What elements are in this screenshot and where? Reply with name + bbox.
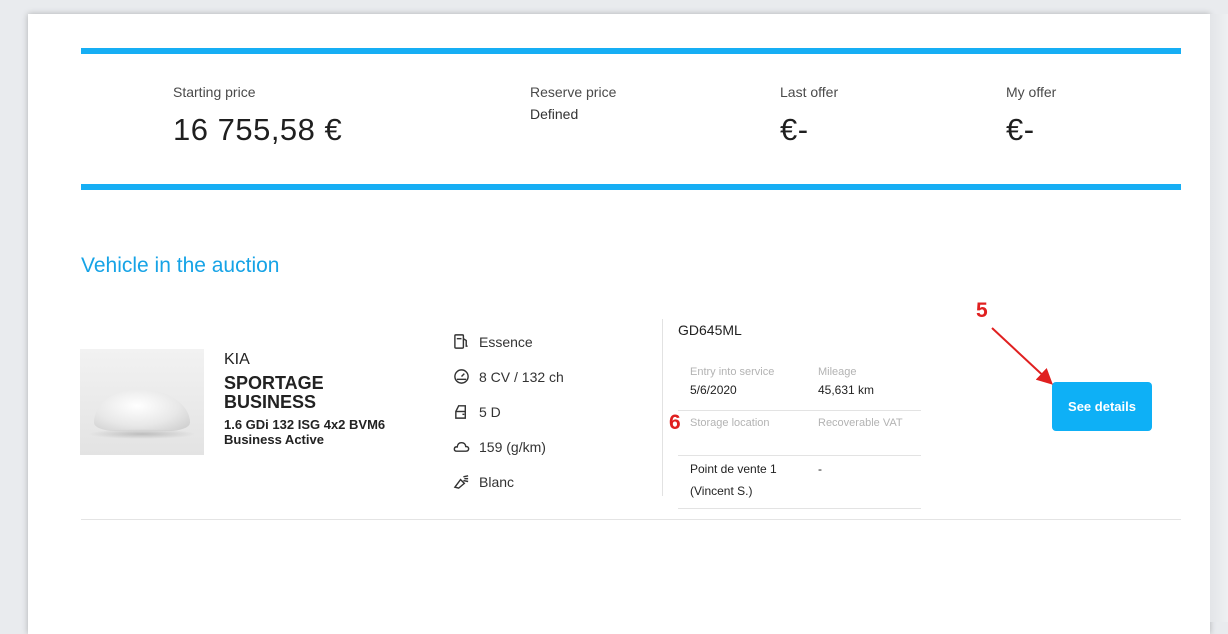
storage-location: Storage location [678,411,810,455]
mileage-label: Mileage [818,366,857,378]
auction-panel: Starting price 16 755,58 € Reserve price… [28,14,1210,634]
spec-co2-value: 159 (g/km) [479,438,546,455]
storage-location-label: Storage location [690,417,770,429]
recoverable-vat-label: Recoverable VAT [818,417,903,429]
info-row: Entry into service 5/6/2020 Mileage 45,6… [678,360,921,411]
car-shadow [88,429,196,439]
recoverable-vat-value-cell: - [810,456,918,508]
see-details-button[interactable]: See details [1052,382,1152,431]
price-bar-bottom-divider [81,184,1181,190]
reserve-price-value: Defined [530,106,579,122]
starting-price-label: Starting price [173,84,256,100]
info-row: Point de vente 1 (Vincent S.) - [678,456,921,509]
storage-location-value: Point de vente 1 (Vincent S.) [678,456,810,508]
spec-doors: 5 D [452,394,564,429]
mileage-value: 45,631 km [818,383,875,397]
info-row: Storage location Recoverable VAT [678,411,921,456]
spec-color-value: Blanc [479,473,515,490]
spec-fuel: Essence [452,324,564,359]
spec-power-value: 8 CV / 132 ch [479,368,564,385]
vehicle-make: KIA [224,351,250,368]
window-edge [1210,14,1228,622]
speedometer-icon [452,368,470,386]
last-offer-value: €- [780,112,809,147]
recoverable-vat: Recoverable VAT [810,411,918,455]
spec-doors-value: 5 D [479,403,501,420]
vehicle-version-line1: 1.6 GDi 132 ISG 4x2 BVM6 [224,417,386,432]
storage-location-value-line2: (Vincent S.) [690,484,753,498]
spec-color: Blanc [452,464,564,499]
spray-paint-icon [452,473,470,491]
reserve-price-label: Reserve price [530,84,617,100]
vehicle-thumbnail[interactable] [80,349,204,455]
vehicle-specs: Essence 8 CV / 132 ch 5 D 159 (g/km) Bla… [452,324,564,499]
price-bar-top-divider [81,48,1181,54]
mileage: Mileage 45,631 km [810,360,918,410]
vehicle-info-grid: Entry into service 5/6/2020 Mileage 45,6… [678,360,921,509]
vehicle-model: SPORTAGE BUSINESS [224,373,324,412]
reserve-price-block: Reserve price Defined [530,84,616,122]
license-plate: GD645ML [678,322,742,338]
vehicle-version-line2: Business Active [224,432,324,447]
starting-price-value: 16 755,58 € [173,112,343,147]
storage-location-value-line1: Point de vente 1 [690,462,777,476]
row-separator [81,519,1181,520]
my-offer-block: My offer €- [1006,84,1056,148]
vehicle-version: 1.6 GDi 132 ISG 4x2 BVM6 Business Active [224,417,414,447]
entry-into-service-label: Entry into service [690,366,775,378]
annotation-six: 6 [669,411,681,434]
spec-power: 8 CV / 132 ch [452,359,564,394]
annotation-five: 5 [976,299,988,322]
annotation-arrow-icon [991,327,1053,385]
my-offer-value: €- [1006,112,1035,147]
vehicle-identity: KIA SPORTAGE BUSINESS 1.6 GDi 132 ISG 4x… [224,351,414,447]
starting-price-block: Starting price 16 755,58 € [173,84,342,148]
spec-co2: 159 (g/km) [452,429,564,464]
section-title: Vehicle in the auction [81,254,280,277]
cloud-icon [452,438,470,456]
my-offer-label: My offer [1006,84,1057,100]
fuel-pump-icon [452,333,470,351]
covered-car-image [94,389,190,431]
column-divider [662,319,663,496]
spec-fuel-value: Essence [479,333,533,350]
last-offer-block: Last offer €- [780,84,838,148]
entry-into-service-value: 5/6/2020 [690,383,737,397]
entry-into-service: Entry into service 5/6/2020 [678,360,810,410]
car-door-icon [452,403,470,421]
recoverable-vat-value: - [818,462,822,476]
last-offer-label: Last offer [780,84,839,100]
